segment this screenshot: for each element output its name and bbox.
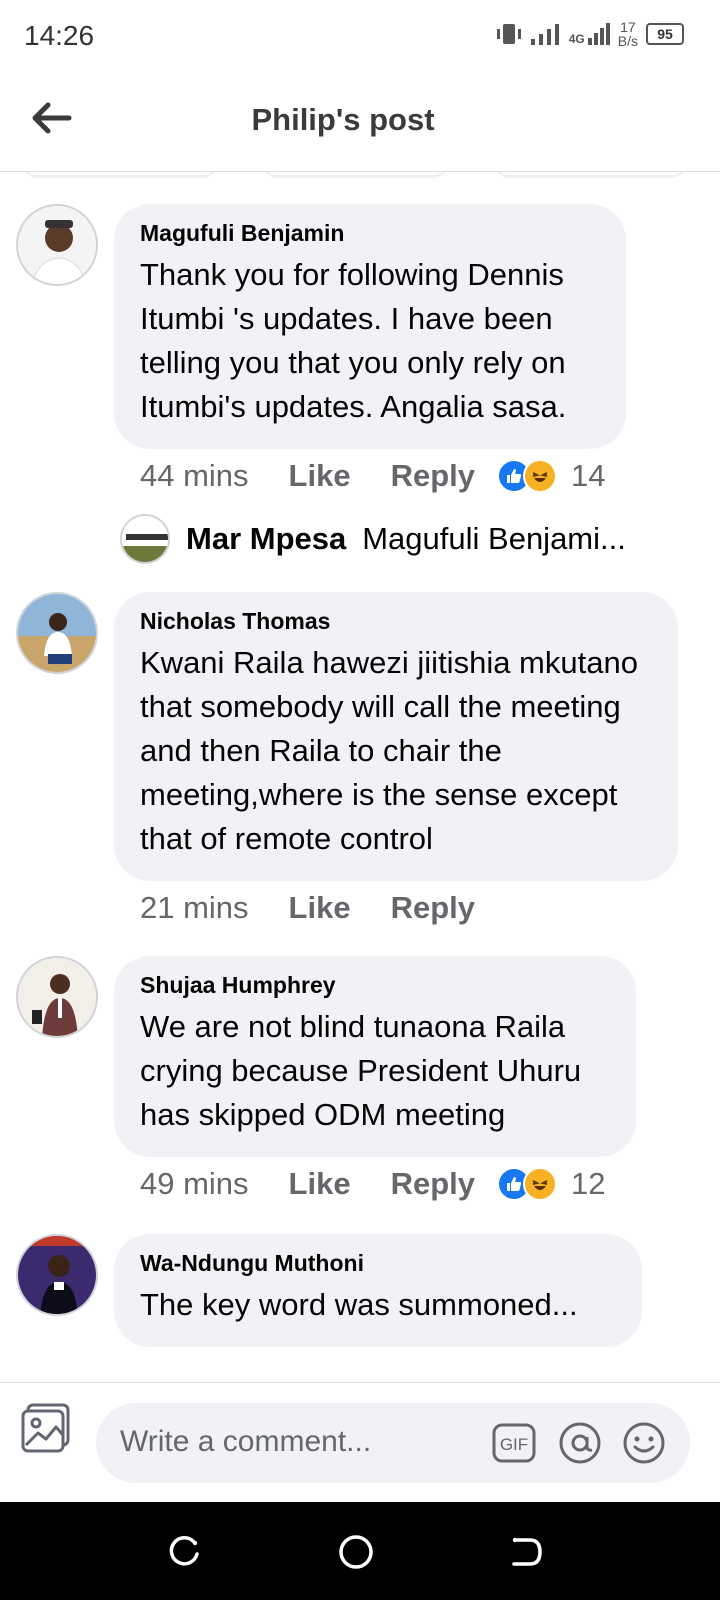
page-header: Philip's post xyxy=(0,72,720,172)
previous-bubble-edge xyxy=(492,172,688,178)
at-sign-icon xyxy=(559,1422,601,1464)
reaction-count: 14 xyxy=(571,458,606,493)
photo-button[interactable] xyxy=(20,1401,74,1455)
comment-author[interactable]: Wa-Ndungu Muthoni xyxy=(140,1250,616,1277)
signal-icon xyxy=(530,24,559,45)
smiley-icon xyxy=(623,1422,665,1464)
network-speed: 17 B/s xyxy=(617,19,638,49)
emoji-button[interactable] xyxy=(622,1421,666,1465)
comment-text: We are not blind tunaona Raila crying be… xyxy=(140,1009,582,1132)
svg-text:GIF: GIF xyxy=(500,1435,528,1454)
battery-icon: 95 xyxy=(646,23,684,45)
reply-preview[interactable]: Mar Mpesa Magufuli Benjami... xyxy=(120,514,626,564)
gif-icon: GIF xyxy=(492,1423,536,1463)
laughing-face-icon xyxy=(523,459,557,493)
home-circle-icon xyxy=(339,1535,373,1569)
comment-author[interactable]: Nicholas Thomas xyxy=(140,608,652,635)
previous-bubble-edge xyxy=(20,172,220,178)
avatar[interactable] xyxy=(16,956,98,1038)
comment-text: Kwani Raila hawezi jiitishia mkutano tha… xyxy=(140,645,638,856)
laughing-face-icon xyxy=(523,1167,557,1201)
comment-input[interactable] xyxy=(120,1425,480,1459)
home-button[interactable] xyxy=(336,1532,376,1572)
reply-avatar xyxy=(120,514,170,564)
system-nav-bar xyxy=(0,1502,720,1600)
reactions-summary[interactable]: 14 xyxy=(497,458,605,494)
reply-button[interactable]: Reply xyxy=(391,458,475,494)
comment-bubble[interactable]: Shujaa Humphrey We are not blind tunaona… xyxy=(114,956,636,1157)
page-title: Philip's post xyxy=(251,102,435,137)
signal-4g-icon: 4G xyxy=(569,22,610,46)
avatar[interactable] xyxy=(16,592,98,674)
gif-button[interactable]: GIF xyxy=(492,1421,536,1465)
comment-text: Thank you for following Dennis Itumbi 's… xyxy=(140,257,567,424)
comment-bubble[interactable]: Magufuli Benjamin Thank you for followin… xyxy=(114,204,626,449)
back-nav-button[interactable] xyxy=(506,1532,546,1572)
like-button[interactable]: Like xyxy=(289,1166,351,1202)
comment-time[interactable]: 49 mins xyxy=(140,1166,249,1202)
comment-box[interactable]: GIF xyxy=(96,1403,690,1483)
comment-actions: 49 mins Like Reply 12 xyxy=(140,1166,605,1202)
avatar[interactable] xyxy=(16,1234,98,1316)
vibrate-icon xyxy=(496,24,521,44)
recent-apps-button[interactable] xyxy=(164,1532,204,1572)
reactions-summary[interactable]: 12 xyxy=(497,1166,605,1202)
comment-author[interactable]: Shujaa Humphrey xyxy=(140,972,610,999)
comment-composer: GIF xyxy=(0,1382,720,1502)
avatar[interactable] xyxy=(16,204,98,286)
photo-icon xyxy=(21,1403,70,1453)
reaction-count: 12 xyxy=(571,1166,606,1201)
reply-author: Mar Mpesa xyxy=(186,521,347,556)
mention-button[interactable] xyxy=(558,1421,602,1465)
comment-text: The key word was summoned... xyxy=(140,1287,578,1322)
comment-author[interactable]: Magufuli Benjamin xyxy=(140,220,600,247)
reply-text: Magufuli Benjami... xyxy=(362,521,626,556)
comment-actions: 21 mins Like Reply xyxy=(140,890,515,926)
comment-bubble[interactable]: Wa-Ndungu Muthoni The key word was summo… xyxy=(114,1234,642,1347)
like-button[interactable]: Like xyxy=(289,890,351,926)
status-bar: 14:26 4G 17 B/s 95 xyxy=(0,0,720,72)
comment-time[interactable]: 44 mins xyxy=(140,458,249,494)
like-button[interactable]: Like xyxy=(289,458,351,494)
comment-time[interactable]: 21 mins xyxy=(140,890,249,926)
comments-list[interactable]: Magufuli Benjamin Thank you for followin… xyxy=(0,172,720,1382)
back-nav-icon xyxy=(512,1537,542,1566)
status-icons: 4G 17 B/s 95 xyxy=(495,20,684,48)
reply-button[interactable]: Reply xyxy=(391,1166,475,1202)
comment-bubble[interactable]: Nicholas Thomas Kwani Raila hawezi jiiti… xyxy=(114,592,678,881)
previous-bubble-edge xyxy=(260,172,450,178)
recents-icon xyxy=(169,1536,199,1566)
reply-button[interactable]: Reply xyxy=(391,890,475,926)
comment-actions: 44 mins Like Reply 14 xyxy=(140,458,605,494)
status-time: 14:26 xyxy=(24,20,95,51)
